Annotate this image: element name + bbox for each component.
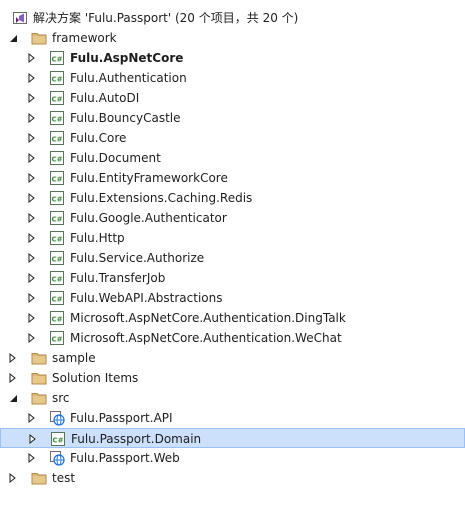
project-node[interactable]: Fulu.Passport.Web xyxy=(0,448,465,468)
csharp-project-icon xyxy=(49,310,65,326)
csharp-project-icon xyxy=(49,50,65,66)
project-node[interactable]: Fulu.BouncyCastle xyxy=(0,108,465,128)
collapsed-arrow-icon[interactable] xyxy=(26,453,36,463)
folder-label: framework xyxy=(52,31,117,45)
project-label: Fulu.Http xyxy=(70,231,125,245)
collapsed-arrow-icon[interactable] xyxy=(26,73,36,83)
collapsed-arrow-icon[interactable] xyxy=(26,413,36,423)
csharp-project-icon xyxy=(49,290,65,306)
folder-icon xyxy=(31,370,47,386)
collapsed-arrow-icon[interactable] xyxy=(26,113,36,123)
project-label: Fulu.Service.Authorize xyxy=(70,251,205,265)
project-node[interactable]: Fulu.Extensions.Caching.Redis xyxy=(0,188,465,208)
collapsed-arrow-icon[interactable] xyxy=(26,153,36,163)
csharp-project-icon xyxy=(49,150,65,166)
csharp-project-icon xyxy=(49,130,65,146)
project-node[interactable]: Fulu.AspNetCore xyxy=(0,48,465,68)
project-label: Fulu.BouncyCastle xyxy=(70,111,181,125)
project-node[interactable]: Fulu.Passport.Domain xyxy=(0,428,465,448)
project-node[interactable]: Microsoft.AspNetCore.Authentication.Ding… xyxy=(0,308,465,328)
project-node[interactable]: Microsoft.AspNetCore.Authentication.WeCh… xyxy=(0,328,465,348)
project-label: Fulu.AutoDI xyxy=(70,91,140,105)
folder-label: sample xyxy=(52,351,96,365)
csharp-project-icon xyxy=(49,330,65,346)
project-node[interactable]: Fulu.Google.Authenticator xyxy=(0,208,465,228)
folder-solution-items[interactable]: Solution Items xyxy=(0,368,465,388)
project-node[interactable]: Fulu.Http xyxy=(0,228,465,248)
folder-icon xyxy=(31,470,47,486)
collapsed-arrow-icon[interactable] xyxy=(7,353,17,363)
folder-framework[interactable]: framework xyxy=(0,28,465,48)
csharp-project-icon xyxy=(49,230,65,246)
expanded-arrow-icon[interactable] xyxy=(8,33,18,43)
csharp-project-icon xyxy=(49,170,65,186)
folder-label: src xyxy=(52,391,70,405)
solution-node[interactable]: 解决方案 'Fulu.Passport' (20 个项目，共 20 个) xyxy=(0,8,465,28)
collapsed-arrow-icon[interactable] xyxy=(26,233,36,243)
expanded-arrow-icon[interactable] xyxy=(8,393,18,403)
project-node[interactable]: Fulu.Authentication xyxy=(0,68,465,88)
project-label: Fulu.Document xyxy=(70,151,161,165)
folder-icon xyxy=(31,30,47,46)
project-label: Fulu.TransferJob xyxy=(70,271,166,285)
project-node[interactable]: Fulu.WebAPI.Abstractions xyxy=(0,288,465,308)
collapsed-arrow-icon[interactable] xyxy=(26,173,36,183)
web-project-icon xyxy=(49,410,65,426)
solution-explorer-tree: 解决方案 'Fulu.Passport' (20 个项目，共 20 个) fra… xyxy=(0,0,465,512)
project-label: Microsoft.AspNetCore.Authentication.Ding… xyxy=(70,311,346,325)
project-node[interactable]: Fulu.Document xyxy=(0,148,465,168)
project-label: Fulu.WebAPI.Abstractions xyxy=(70,291,223,305)
collapsed-arrow-icon[interactable] xyxy=(26,93,36,103)
csharp-project-icon xyxy=(49,70,65,86)
project-label: Fulu.Authentication xyxy=(70,71,187,85)
project-node[interactable]: Fulu.AutoDI xyxy=(0,88,465,108)
collapsed-arrow-icon[interactable] xyxy=(7,373,17,383)
folder-test[interactable]: test xyxy=(0,468,465,488)
project-label: Microsoft.AspNetCore.Authentication.WeCh… xyxy=(70,331,342,345)
project-label: Fulu.Passport.Web xyxy=(70,451,180,465)
csharp-project-icon xyxy=(49,190,65,206)
project-label: Fulu.Passport.API xyxy=(70,411,173,425)
project-node[interactable]: Fulu.Service.Authorize xyxy=(0,248,465,268)
collapsed-arrow-icon[interactable] xyxy=(27,434,37,444)
project-label: Fulu.Core xyxy=(70,131,127,145)
project-label: Fulu.EntityFrameworkCore xyxy=(70,171,228,185)
csharp-project-icon xyxy=(50,431,66,447)
folder-sample[interactable]: sample xyxy=(0,348,465,368)
project-label: Fulu.Passport.Domain xyxy=(71,432,202,446)
csharp-project-icon xyxy=(49,270,65,286)
collapsed-arrow-icon[interactable] xyxy=(26,333,36,343)
collapsed-arrow-icon[interactable] xyxy=(26,213,36,223)
project-label: Fulu.AspNetCore xyxy=(70,51,184,65)
project-label: Fulu.Extensions.Caching.Redis xyxy=(70,191,253,205)
collapsed-arrow-icon[interactable] xyxy=(26,293,36,303)
folder-icon xyxy=(31,390,47,406)
solution-icon xyxy=(12,10,28,26)
folder-label: Solution Items xyxy=(52,371,139,385)
collapsed-arrow-icon[interactable] xyxy=(26,253,36,263)
csharp-project-icon xyxy=(49,250,65,266)
collapsed-arrow-icon[interactable] xyxy=(26,313,36,323)
project-node[interactable]: Fulu.Passport.API xyxy=(0,408,465,428)
collapsed-arrow-icon[interactable] xyxy=(26,273,36,283)
folder-icon xyxy=(31,350,47,366)
solution-label: 解决方案 'Fulu.Passport' (20 个项目，共 20 个) xyxy=(33,11,299,25)
web-project-icon xyxy=(49,450,65,466)
folder-src[interactable]: src xyxy=(0,388,465,408)
project-node[interactable]: Fulu.EntityFrameworkCore xyxy=(0,168,465,188)
collapsed-arrow-icon[interactable] xyxy=(26,133,36,143)
csharp-project-icon xyxy=(49,110,65,126)
project-node[interactable]: Fulu.Core xyxy=(0,128,465,148)
collapsed-arrow-icon[interactable] xyxy=(7,473,17,483)
csharp-project-icon xyxy=(49,210,65,226)
folder-label: test xyxy=(52,471,76,485)
project-label: Fulu.Google.Authenticator xyxy=(70,211,227,225)
collapsed-arrow-icon[interactable] xyxy=(26,53,36,63)
collapsed-arrow-icon[interactable] xyxy=(26,193,36,203)
project-node[interactable]: Fulu.TransferJob xyxy=(0,268,465,288)
csharp-project-icon xyxy=(49,90,65,106)
